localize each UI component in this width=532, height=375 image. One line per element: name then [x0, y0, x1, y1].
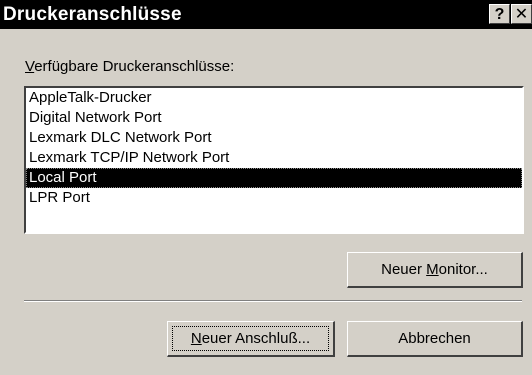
close-icon: ✕	[514, 6, 529, 23]
cancel-button[interactable]: Abbrechen	[347, 321, 523, 357]
list-item-selected[interactable]: Local Port	[26, 168, 522, 188]
available-ports-label: Verfügbare Druckeranschlüsse:	[25, 58, 234, 75]
list-item[interactable]: Digital Network Port	[26, 108, 522, 128]
separator	[24, 300, 522, 302]
new-monitor-button[interactable]: Neuer Monitor...	[347, 252, 523, 288]
label-text: erfügbare Druckeranschlüsse:	[34, 58, 235, 75]
ports-listbox[interactable]: AppleTalk-Drucker Digital Network Port L…	[24, 86, 524, 234]
help-button[interactable]: ?	[489, 4, 510, 24]
new-port-button[interactable]: Neuer Anschluß...	[167, 321, 335, 357]
title-bar[interactable]: Druckeranschlüsse ? ✕	[0, 0, 532, 29]
close-button[interactable]: ✕	[511, 4, 532, 24]
list-item[interactable]: Lexmark DLC Network Port	[26, 128, 522, 148]
button-mnemonic: M	[426, 261, 439, 278]
button-text: Neuer	[381, 261, 427, 278]
list-item[interactable]: LPR Port	[26, 188, 522, 208]
list-item[interactable]: Lexmark TCP/IP Network Port	[26, 148, 522, 168]
list-item[interactable]: AppleTalk-Drucker	[26, 88, 522, 108]
focus-rectangle	[172, 326, 329, 351]
dialog-title: Druckeranschlüsse	[3, 4, 182, 25]
printer-ports-dialog: Druckeranschlüsse ? ✕ Verfügbare Drucker…	[0, 0, 532, 375]
label-mnemonic: V	[25, 58, 35, 75]
button-text: onitor...	[438, 261, 488, 278]
